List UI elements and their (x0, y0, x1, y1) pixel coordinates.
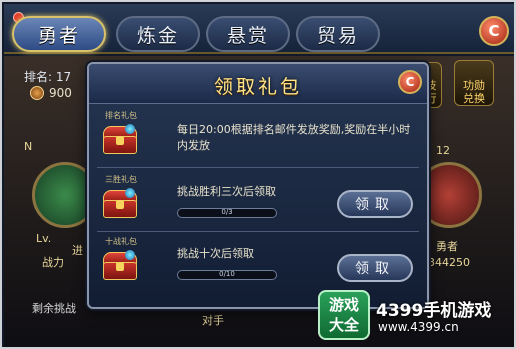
left-text-4: 进 (72, 244, 83, 257)
rank-gift-pack: 排名礼包 每日20:00根据排名邮件发放奖励,奖励在半小时内发放 (97, 108, 419, 168)
ten-battles-gift-pack: 十战礼包 挑战十次后领取 0/10 领取 (97, 234, 419, 294)
tab-bounty[interactable]: 悬赏 (206, 16, 290, 52)
progress-bar: 0/10 (177, 270, 277, 280)
three-wins-gift-pack: 三胜礼包 挑战胜利三次后领取 0/3 领取 (97, 172, 419, 232)
dialog-title-bar: 领取礼包 C (89, 64, 427, 104)
left-text-1: N (24, 140, 33, 153)
chest-icon (101, 188, 139, 220)
opponent-name: 勇者 (436, 240, 458, 253)
player-level: Lv. (36, 232, 52, 245)
top-tab-bar: 勇者 炼金 悬赏 贸易 C (4, 4, 514, 54)
pack-description: 挑战胜利三次后领取 (177, 185, 276, 198)
opponent-power: 344250 (428, 256, 470, 269)
remaining-challenges-label: 剩余挑战 (32, 302, 76, 315)
power-icon (30, 86, 44, 100)
close-icon[interactable]: C (479, 16, 509, 46)
progress-bar: 0/3 (177, 208, 277, 218)
rank-label: 排名: 17 (24, 70, 72, 84)
gift-pack-dialog: 领取礼包 C 排名礼包 每日20:00根据排名邮件发放奖励,奖励在半小时内发放 … (87, 62, 429, 309)
pack-description: 每日20:00根据排名邮件发放奖励,奖励在半小时内发放 (177, 123, 411, 152)
progress-text: 0/10 (219, 270, 235, 278)
claim-button[interactable]: 领取 (337, 190, 413, 218)
exchange-icon: 功勋 兑换 (463, 79, 485, 105)
power-row: 900 (30, 86, 72, 100)
pack-label: 排名礼包 (105, 111, 137, 120)
dialog-title: 领取礼包 (213, 76, 302, 98)
watermark-url: www.4399.cn (378, 320, 459, 334)
game-screen: 勇者 炼金 悬赏 贸易 C 排名: 17 900 N Lv. 战力 进 12 勇… (0, 0, 516, 349)
tab-trade[interactable]: 贸易 (296, 16, 380, 52)
pack-description: 挑战十次后领取 (177, 247, 254, 260)
claim-button[interactable]: 领取 (337, 254, 413, 282)
watermark-title: 4399手机游戏 (376, 301, 492, 321)
power-value: 900 (49, 86, 72, 100)
opponent-label: 对手 (202, 314, 224, 327)
watermark-logo-text: 游戏 大全 (328, 296, 359, 334)
chest-icon (101, 124, 139, 156)
tab-alchemy[interactable]: 炼金 (116, 16, 200, 52)
pack-label: 三胜礼包 (105, 175, 137, 184)
tab-hero[interactable]: 勇者 (12, 16, 106, 52)
watermark-logo: 游戏 大全 (318, 290, 370, 340)
pack-label: 十战礼包 (105, 237, 137, 246)
chest-icon (101, 250, 139, 282)
right-text-1: 12 (436, 144, 450, 157)
exchange-button[interactable]: 功勋 兑换 (454, 60, 494, 106)
close-icon[interactable]: C (398, 70, 422, 94)
progress-text: 0/3 (221, 208, 233, 216)
player-power-label: 战力 (42, 256, 64, 269)
